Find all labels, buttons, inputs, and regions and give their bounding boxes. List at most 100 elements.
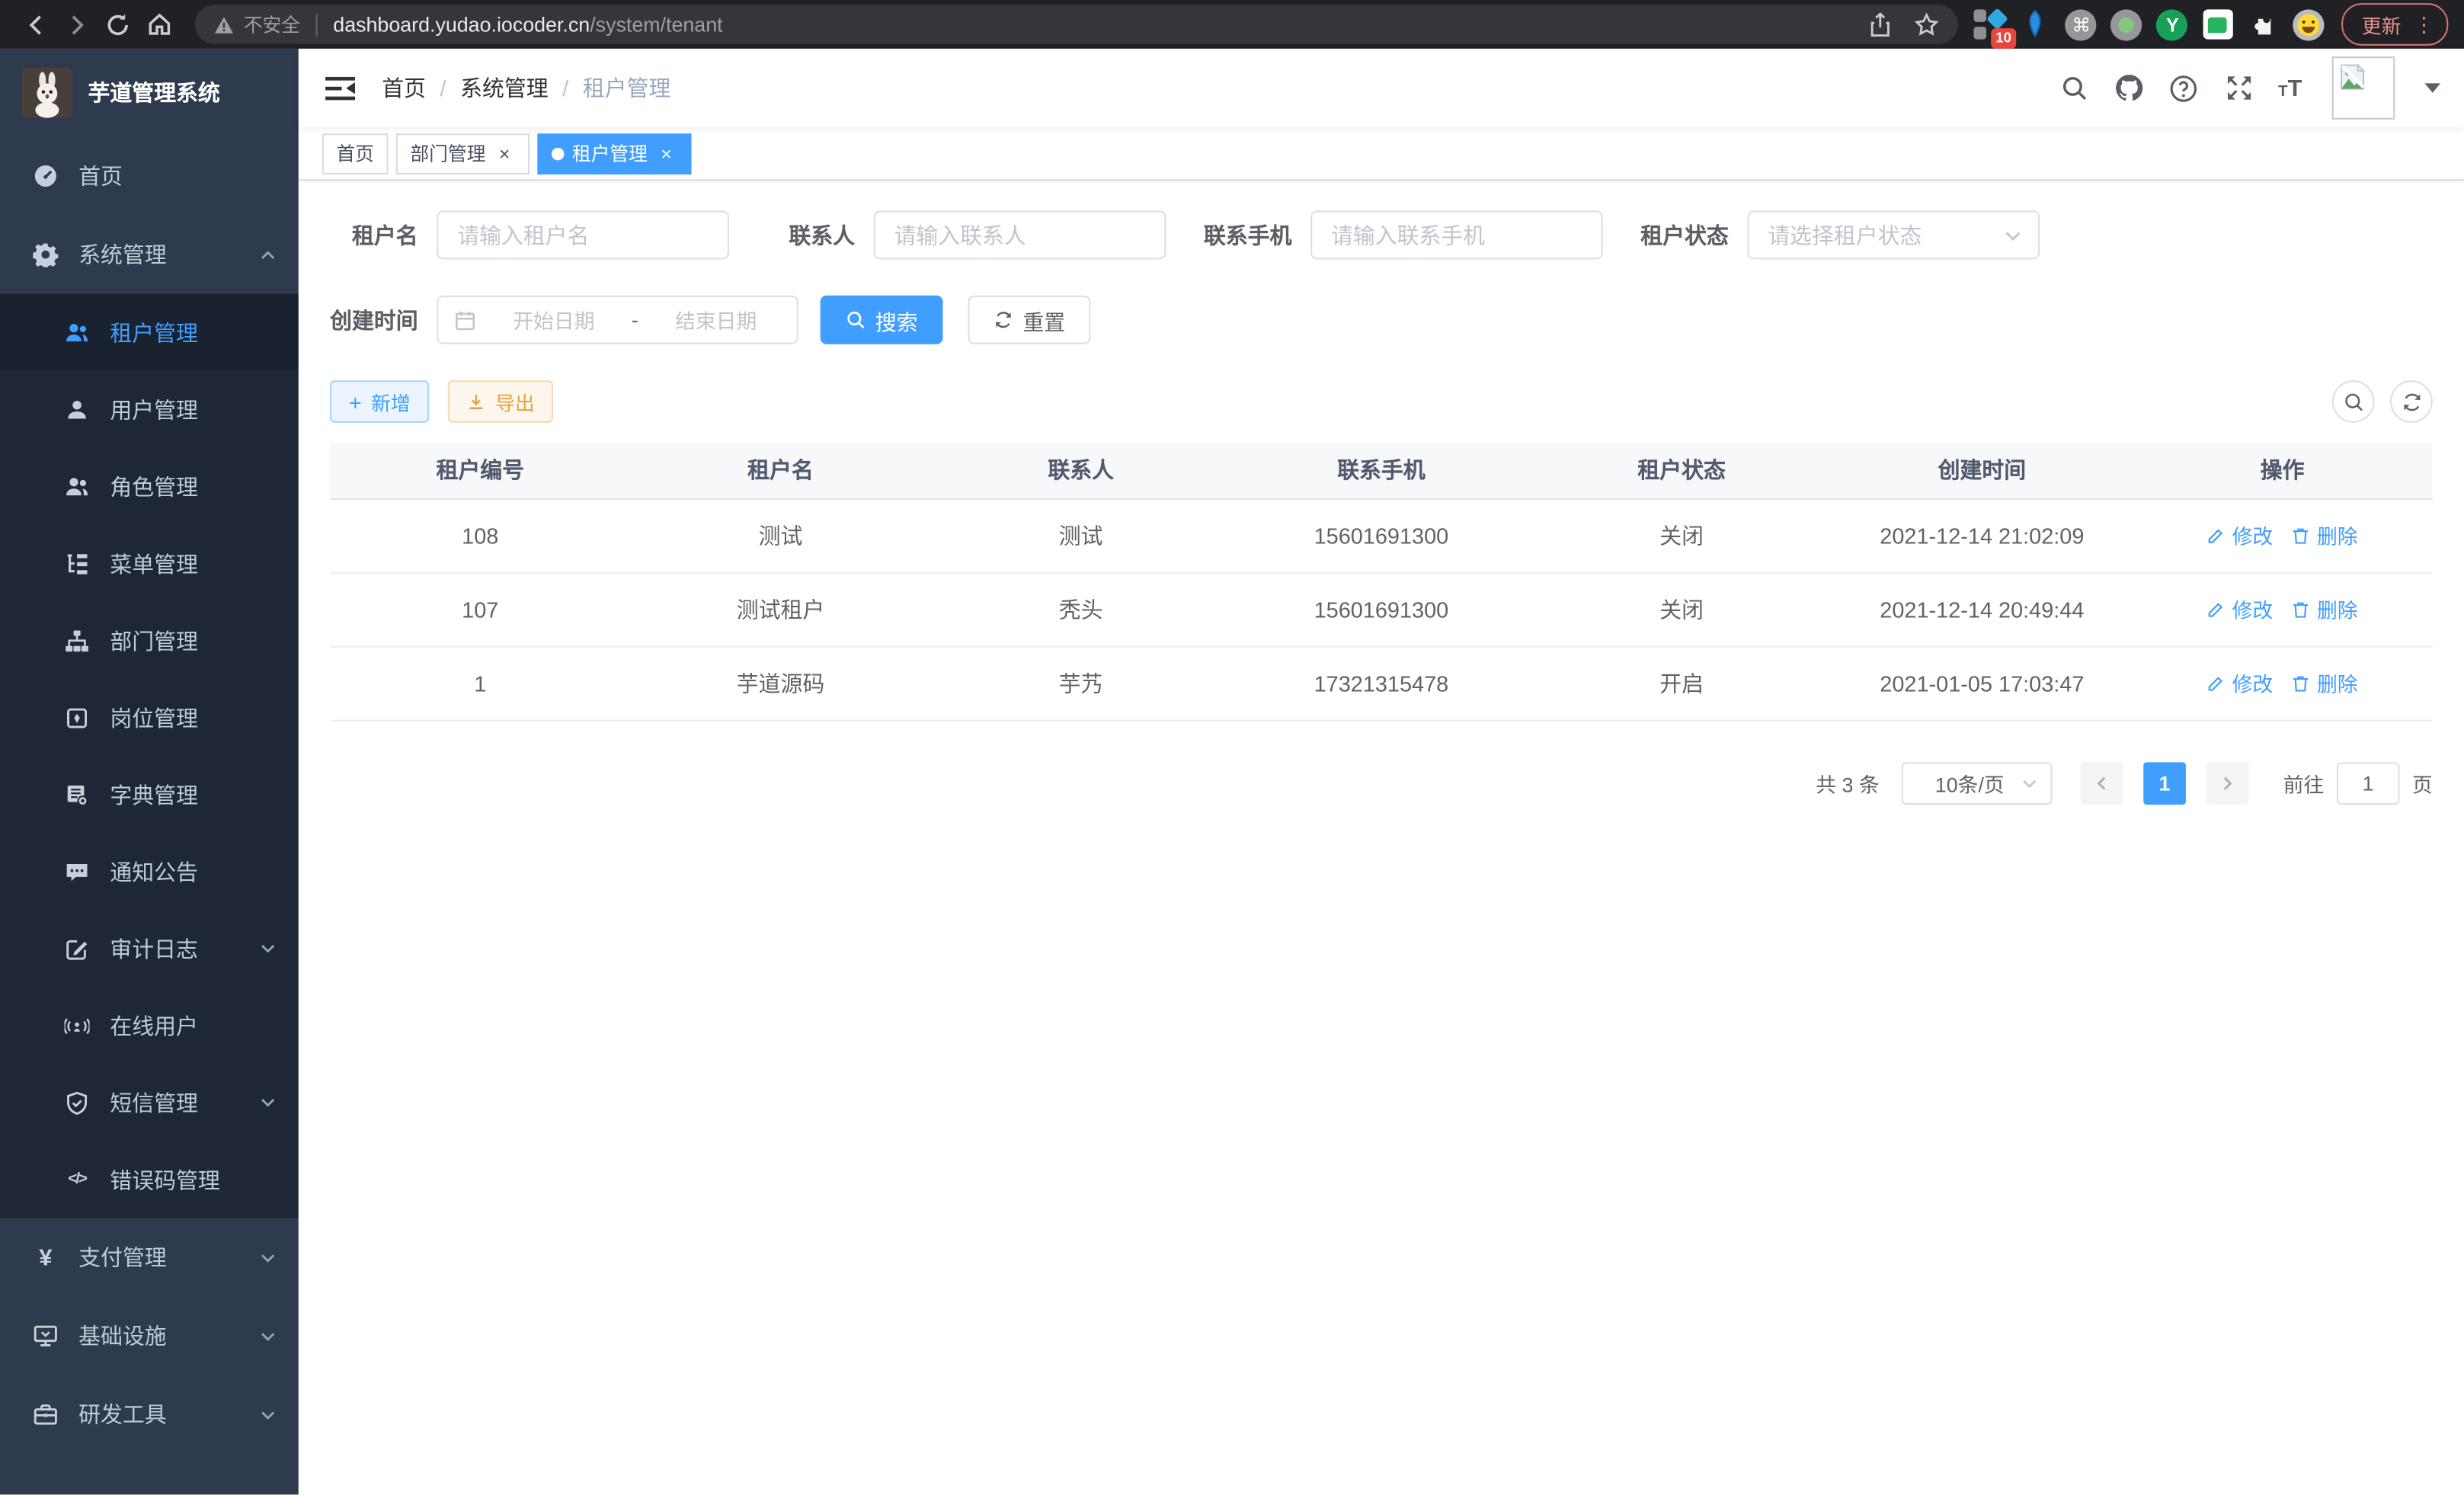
extension-kite-icon[interactable] xyxy=(2019,8,2052,40)
sidebar-item-menu[interactable]: 菜单管理 xyxy=(0,525,299,602)
download-icon xyxy=(467,392,486,411)
page-size-select[interactable]: 10条/页 xyxy=(1902,761,2053,804)
refresh-table-button[interactable] xyxy=(2390,380,2433,423)
breadcrumb-system[interactable]: 系统管理 xyxy=(460,72,549,104)
edit-link[interactable]: 修改 xyxy=(2207,668,2274,698)
tab-close-icon[interactable]: × xyxy=(494,142,516,165)
share-icon[interactable] xyxy=(1868,11,1892,37)
tab-close-icon[interactable]: × xyxy=(655,142,677,165)
not-secure-label: 不安全 xyxy=(244,11,300,37)
cell-contact: 芋艿 xyxy=(931,646,1231,720)
sidebar-item-sms[interactable]: 短信管理 xyxy=(0,1064,299,1141)
reset-button[interactable]: 重置 xyxy=(968,296,1090,344)
not-secure-indicator[interactable]: 不安全 xyxy=(214,11,300,37)
browser-forward-button[interactable] xyxy=(56,4,98,45)
user-icon xyxy=(65,397,90,422)
date-range-picker[interactable]: 开始日期 - 结束日期 xyxy=(437,296,798,344)
cell-status: 关闭 xyxy=(1531,572,1832,646)
refresh-icon xyxy=(993,309,1013,330)
browser-reload-button[interactable] xyxy=(98,4,139,45)
tab-label: 首页 xyxy=(336,140,374,167)
sidebar-item-infra[interactable]: 基础设施 xyxy=(0,1297,299,1375)
sidebar-logo-row[interactable]: 芋道管理系统 xyxy=(0,49,299,137)
sidebar-item-home[interactable]: 首页 xyxy=(0,136,299,215)
edit-link[interactable]: 修改 xyxy=(2207,520,2274,550)
cell-tenant-name: 测试租户 xyxy=(630,572,930,646)
export-button[interactable]: 导出 xyxy=(448,380,553,423)
sidebar-item-role[interactable]: 角色管理 xyxy=(0,448,299,525)
active-tab-dot xyxy=(552,147,565,160)
breadcrumb-home[interactable]: 首页 xyxy=(382,72,426,104)
sidebar-item-label: 通知公告 xyxy=(110,856,198,887)
chevron-down-icon xyxy=(259,1406,277,1423)
sidebar-item-system[interactable]: 系统管理 xyxy=(0,216,299,294)
edit-link[interactable]: 修改 xyxy=(2207,594,2274,624)
tree-list-icon xyxy=(65,551,90,576)
add-button[interactable]: + 新增 xyxy=(330,380,429,423)
sidebar-submenu-system: 租户管理 用户管理 角色管理 xyxy=(0,294,299,1218)
avatar-dropdown-caret-icon[interactable] xyxy=(2424,83,2440,92)
extension-command-icon[interactable]: ⌘ xyxy=(2065,8,2098,40)
help-icon[interactable] xyxy=(2168,72,2200,104)
extension-sidebar-icon[interactable]: 10 xyxy=(1973,8,2006,40)
mobile-input[interactable] xyxy=(1310,210,1603,259)
dictionary-icon xyxy=(65,782,90,807)
extension-badge: 10 xyxy=(1991,28,2016,49)
tab-tenant[interactable]: 租户管理 × xyxy=(537,133,691,174)
github-icon[interactable] xyxy=(2113,72,2144,104)
prev-page-button[interactable] xyxy=(2081,761,2123,804)
fullscreen-icon[interactable] xyxy=(2223,72,2254,104)
browser-menu-kebab-icon[interactable]: ⋮ xyxy=(2414,11,2434,37)
address-bar[interactable]: 不安全 dashboard.yudao.iocoder.cn/system/te… xyxy=(195,5,1958,44)
chevron-right-icon xyxy=(2219,774,2236,792)
sidebar-item-online-users[interactable]: 在线用户 xyxy=(0,987,299,1064)
sidebar-item-tenant[interactable]: 租户管理 xyxy=(0,294,299,371)
extension-y-icon[interactable]: Y xyxy=(2156,8,2189,40)
contact-input[interactable] xyxy=(874,210,1166,259)
sidebar-item-label: 菜单管理 xyxy=(110,548,198,579)
sidebar-item-label: 租户管理 xyxy=(110,317,198,348)
tab-home[interactable]: 首页 xyxy=(322,133,389,174)
sidebar-item-pay[interactable]: ¥ 支付管理 xyxy=(0,1218,299,1296)
search-button[interactable]: 搜索 xyxy=(821,296,943,344)
delete-link[interactable]: 删除 xyxy=(2292,668,2358,698)
filter-row-2: 创建时间 开始日期 - 结束日期 搜索 xyxy=(330,296,2433,344)
font-size-icon[interactable]: TT xyxy=(2278,75,2302,101)
show-search-toggle-button[interactable] xyxy=(2332,380,2375,423)
sidebar-collapse-icon[interactable] xyxy=(322,71,357,105)
tenant-table: 租户编号 租户名 联系人 联系手机 租户状态 创建时间 操作 108 测试 xyxy=(330,443,2433,721)
delete-link[interactable]: 删除 xyxy=(2292,594,2358,624)
tab-dept[interactable]: 部门管理 × xyxy=(396,133,530,174)
sidebar-item-dict[interactable]: 字典管理 xyxy=(0,756,299,833)
sidebar-item-dept[interactable]: 部门管理 xyxy=(0,602,299,679)
signal-icon xyxy=(65,1013,90,1038)
next-page-button[interactable] xyxy=(2206,761,2249,804)
browser-update-button[interactable]: 更新 ⋮ xyxy=(2341,3,2448,46)
trash-icon xyxy=(2292,526,2311,545)
page-number-1[interactable]: 1 xyxy=(2143,761,2186,804)
page-size-value: 10条/页 xyxy=(1918,768,2021,798)
status-select[interactable]: 请选择租户状态 xyxy=(1748,210,2040,259)
header-search-icon[interactable] xyxy=(2058,72,2089,104)
sidebar-item-post[interactable]: 岗位管理 xyxy=(0,679,299,756)
sidebar-item-audit-log[interactable]: 审计日志 xyxy=(0,910,299,987)
cell-status: 关闭 xyxy=(1531,498,1832,572)
tab-label: 租户管理 xyxy=(572,140,648,167)
tenant-name-input[interactable] xyxy=(437,210,729,259)
browser-back-button[interactable] xyxy=(16,4,57,45)
browser-home-button[interactable] xyxy=(139,4,180,45)
sidebar-item-notice[interactable]: 通知公告 xyxy=(0,833,299,910)
sidebar-item-label: 在线用户 xyxy=(110,1010,198,1041)
sidebar-item-user[interactable]: 用户管理 xyxy=(0,371,299,448)
extensions-puzzle-icon[interactable] xyxy=(2247,8,2280,40)
profile-avatar-icon[interactable] xyxy=(2293,8,2325,40)
delete-link[interactable]: 删除 xyxy=(2292,520,2358,550)
goto-page-input[interactable] xyxy=(2337,761,2400,804)
extension-chat-icon[interactable] xyxy=(2202,8,2235,40)
user-avatar[interactable] xyxy=(2332,56,2395,120)
sidebar-item-error-code[interactable]: </> 错误码管理 xyxy=(0,1141,299,1218)
sidebar-item-devtools[interactable]: 研发工具 xyxy=(0,1375,299,1454)
bookmark-star-icon[interactable] xyxy=(1914,11,1939,37)
badge-icon xyxy=(65,705,90,730)
extension-record-icon[interactable] xyxy=(2110,8,2143,40)
